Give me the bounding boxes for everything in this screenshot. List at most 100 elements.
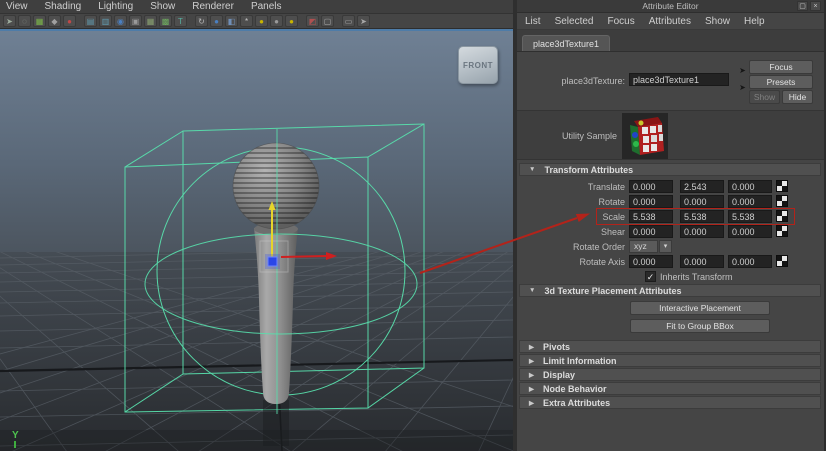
rotate-label: Rotate <box>517 197 625 207</box>
rotate-z-field[interactable] <box>728 195 772 208</box>
maya-window: View Shading Lighting Show Renderer Pane… <box>0 0 826 451</box>
joint-icon[interactable]: ◆ <box>48 15 61 27</box>
rotate-axis-z-field[interactable] <box>728 255 772 268</box>
translate-z-field[interactable] <box>728 180 772 193</box>
utility-sample-label: Utility Sample <box>517 131 617 141</box>
rotate-axis-y-field[interactable] <box>680 255 724 268</box>
shear-x-field[interactable] <box>629 225 673 238</box>
burst-icon[interactable]: * <box>240 15 253 27</box>
map-checker-icon[interactable] <box>776 225 788 237</box>
section-title: Node Behavior <box>543 384 607 394</box>
attribute-editor-titlebar[interactable]: Attribute Editor ▢ × <box>517 0 824 13</box>
section-node-behavior[interactable]: ▶ Node Behavior <box>519 382 821 395</box>
section-pivots[interactable]: ▶ Pivots <box>519 340 821 353</box>
light-gray-icon[interactable]: ● <box>270 15 283 27</box>
view-cube[interactable]: FRONT <box>458 46 498 84</box>
map-checker-icon[interactable] <box>776 210 788 222</box>
clapboard-icon[interactable]: ▭ <box>342 15 355 27</box>
fit-to-group-bbox-button[interactable]: Fit to Group BBox <box>630 319 770 333</box>
select-output-icon[interactable]: ➤ <box>735 83 750 94</box>
select-arrow-icon[interactable]: ➤ <box>3 15 16 27</box>
expand-arrow-icon: ▶ <box>529 343 534 351</box>
rotate-axis-x-field[interactable] <box>629 255 673 268</box>
light-yellow2-icon[interactable]: ● <box>285 15 298 27</box>
camera-orbit-icon[interactable]: ↻ <box>195 15 208 27</box>
light-yellow-icon[interactable]: ● <box>255 15 268 27</box>
rotate-x-field[interactable] <box>629 195 673 208</box>
inherits-transform-checkbox[interactable]: ✓ <box>645 271 656 282</box>
viewport-canvas[interactable]: FRONT Y <box>0 29 513 451</box>
viewport-toolbar: ➤◌▦◆●▤▥◉▣▦▩T↻●◧*●●●◩▢▭➤ <box>0 14 513 29</box>
rotate-order-select[interactable]: xyz <box>629 240 658 253</box>
shear-label: Shear <box>517 227 625 237</box>
scale-row: Scale <box>517 210 824 224</box>
safe-action-icon[interactable]: ▩ <box>159 15 172 27</box>
rotate-order-row: Rotate Order xyz ▾ <box>517 240 824 254</box>
section-title: 3d Texture Placement Attributes <box>544 286 681 296</box>
menu-shading[interactable]: Shading <box>45 1 82 12</box>
menu-show-ae[interactable]: Show <box>705 16 730 27</box>
shear-row: Shear <box>517 225 824 239</box>
hide-button[interactable]: Hide <box>782 90 813 104</box>
expand-arrow-icon: ▶ <box>529 357 534 365</box>
expand-arrow-icon: ▶ <box>529 399 534 407</box>
section-extra-attributes[interactable]: ▶ Extra Attributes <box>519 396 821 409</box>
menu-focus[interactable]: Focus <box>607 16 634 27</box>
scale-z-field[interactable] <box>728 210 772 223</box>
interactive-placement-button[interactable]: Interactive Placement <box>630 301 770 315</box>
film-gate-icon[interactable]: ▥ <box>99 15 112 27</box>
menu-panels[interactable]: Panels <box>251 1 282 12</box>
scale-x-field[interactable] <box>629 210 673 223</box>
grid-green-icon[interactable]: ▦ <box>33 15 46 27</box>
lasso-icon[interactable]: ◌ <box>18 15 31 27</box>
rotate-y-field[interactable] <box>680 195 724 208</box>
swap-node-icon[interactable]: ➤ <box>735 66 750 77</box>
menu-lighting[interactable]: Lighting <box>98 1 133 12</box>
chevron-down-icon[interactable]: ▾ <box>659 240 672 253</box>
rotate-axis-row: Rotate Axis <box>517 255 824 269</box>
section-title: Limit Information <box>543 356 617 366</box>
texture-sample-swatch[interactable] <box>622 113 668 159</box>
menu-show[interactable]: Show <box>150 1 175 12</box>
section-transform-attributes[interactable]: ▼ Transform Attributes <box>519 163 821 176</box>
section-3d-texture-placement[interactable]: ▼ 3d Texture Placement Attributes <box>519 284 821 297</box>
cube-blue-icon[interactable]: ◧ <box>225 15 238 27</box>
presets-button[interactable]: Presets <box>749 75 813 89</box>
arrow-vector-icon[interactable]: ➤ <box>357 15 370 27</box>
plugin-icon[interactable]: ◩ <box>306 15 319 27</box>
section-display[interactable]: ▶ Display <box>519 368 821 381</box>
section-limit-information[interactable]: ▶ Limit Information <box>519 354 821 367</box>
translate-x-field[interactable] <box>629 180 673 193</box>
y-axis-indicator: Y <box>12 430 19 448</box>
isolate-select-icon[interactable]: ▤ <box>84 15 97 27</box>
show-button[interactable]: Show <box>749 90 780 104</box>
menu-view[interactable]: View <box>6 1 28 12</box>
collapse-arrow-icon: ▼ <box>529 166 535 173</box>
menu-list[interactable]: List <box>525 16 541 27</box>
restore-window-icon[interactable]: ▢ <box>797 1 808 11</box>
menu-attributes[interactable]: Attributes <box>649 16 691 27</box>
node-name-input[interactable] <box>629 73 729 86</box>
tab-place3dtexture1[interactable]: place3dTexture1 <box>522 35 610 51</box>
map-checker-icon[interactable] <box>776 255 788 267</box>
close-window-icon[interactable]: × <box>810 1 821 11</box>
sphere-blue-icon[interactable]: ● <box>210 15 223 27</box>
shear-z-field[interactable] <box>728 225 772 238</box>
red-marker-icon[interactable]: ● <box>63 15 76 27</box>
menu-help[interactable]: Help <box>744 16 765 27</box>
shear-y-field[interactable] <box>680 225 724 238</box>
scale-y-field[interactable] <box>680 210 724 223</box>
safe-title-icon[interactable]: T <box>174 15 187 27</box>
resolution-gate-icon[interactable]: ◉ <box>114 15 127 27</box>
cube-outline-icon[interactable]: ▢ <box>321 15 334 27</box>
expand-arrow-icon: ▶ <box>529 385 534 393</box>
map-checker-icon[interactable] <box>776 195 788 207</box>
translate-y-field[interactable] <box>680 180 724 193</box>
gate-mask-icon[interactable]: ▣ <box>129 15 142 27</box>
menu-selected[interactable]: Selected <box>555 16 594 27</box>
scale-label: Scale <box>517 212 625 222</box>
map-checker-icon[interactable] <box>776 180 788 192</box>
menu-renderer[interactable]: Renderer <box>192 1 234 12</box>
focus-button[interactable]: Focus <box>749 60 813 74</box>
field-chart-icon[interactable]: ▦ <box>144 15 157 27</box>
